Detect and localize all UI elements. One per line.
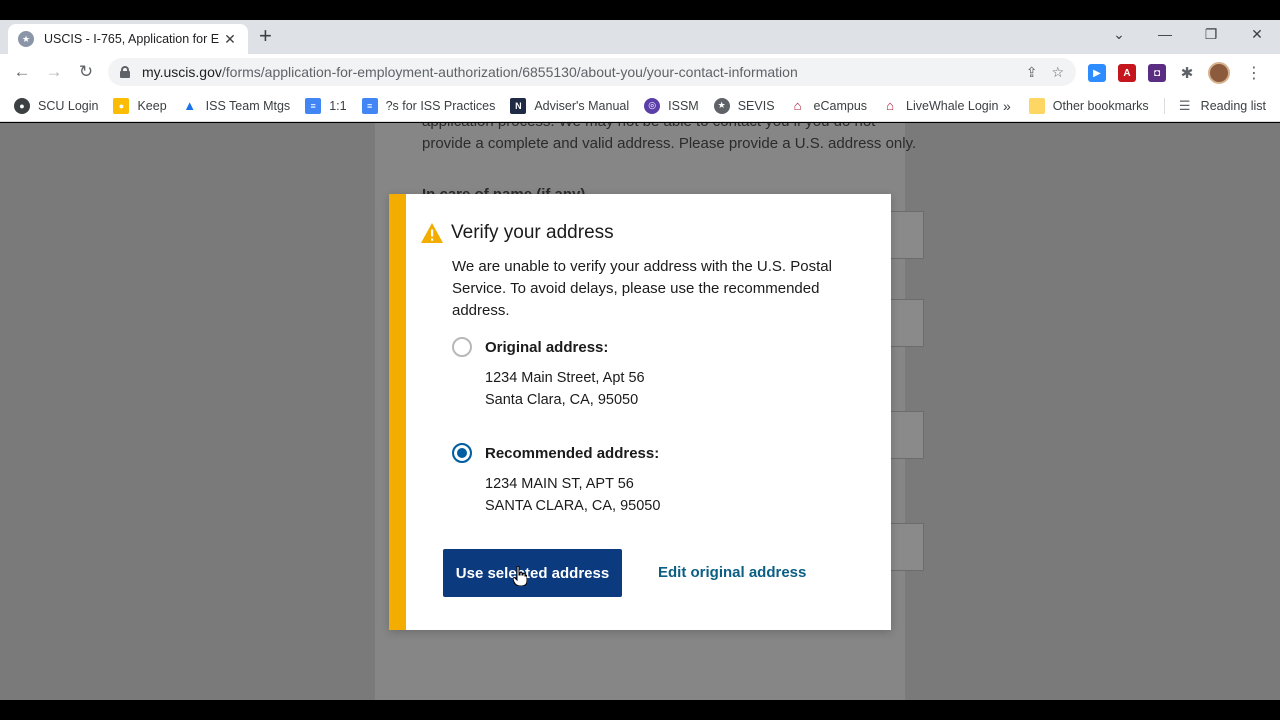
seal-icon: ★ [713, 97, 730, 114]
address-bar[interactable]: my.uscis.gov/forms/application-for-emplo… [108, 58, 1076, 86]
reading-list-button[interactable]: ☰ Reading list [1163, 98, 1266, 114]
lock-icon[interactable] [120, 66, 130, 78]
original-address-radio[interactable] [452, 337, 472, 357]
restore-button[interactable]: ❐ [1188, 20, 1234, 50]
uscis-favicon-icon: ★ [18, 31, 34, 47]
minimize-button[interactable]: — [1142, 20, 1188, 50]
bookmark-sevis[interactable]: ★ SEVIS [713, 97, 775, 114]
other-bookmarks-folder[interactable]: Other bookmarks [1028, 98, 1149, 114]
modal-message: We are unable to verify your address wit… [452, 258, 832, 319]
reading-list-icon: ☰ [1178, 98, 1191, 113]
modal-title: Verify your address [451, 222, 614, 243]
bookmarks-overflow-button[interactable]: » [1003, 98, 1011, 114]
close-tab-icon[interactable]: ✕ [222, 31, 238, 48]
puzzle-extensions-icon[interactable]: ✱ [1178, 64, 1196, 82]
purple-extension-icon[interactable]: ◘ [1148, 64, 1166, 82]
folder-icon [1028, 98, 1045, 114]
menu-kebab-icon[interactable]: ⋮ [1246, 63, 1262, 83]
bookmark-label: LiveWhale Login [906, 98, 999, 113]
scu-icon: ⌂ [886, 98, 894, 113]
bookmark-label: Adviser's Manual [534, 98, 630, 113]
bookmark-star-icon[interactable]: ☆ [1051, 64, 1064, 81]
tab-strip: ★ USCIS - I-765, Application for Em ✕ [0, 20, 1280, 54]
bookmarks-bar: ● SCU Login ● Keep ▲ ISS Team Mtgs ≡ 1:1 ≡ ?s… [0, 90, 1280, 122]
bookmark-1on1[interactable]: ≡ 1:1 [305, 97, 347, 114]
bookmark-label: Keep [137, 98, 167, 113]
tab-title: USCIS - I-765, Application for Em [44, 32, 219, 46]
browser-toolbar: ← → ↻ my.uscis.gov/forms/application-for… [0, 54, 1280, 90]
bookmark-livewhale-login[interactable]: ⌂ LiveWhale Login [882, 98, 998, 114]
share-icon[interactable]: ⇪ [1026, 64, 1038, 81]
globe-icon: ● [14, 97, 30, 114]
n-icon: N [510, 97, 527, 114]
recommended-address-label[interactable]: Recommended address: [485, 445, 659, 462]
other-bookmarks-label: Other bookmarks [1052, 99, 1149, 113]
background-intro-text: application process. We may not be able … [422, 123, 922, 155]
bookmark-label: eCampus [813, 98, 868, 113]
bookmark-issm[interactable]: ◎ ISSM [644, 97, 699, 114]
bookmark-iss-team-mtgs[interactable]: ▲ ISS Team Mtgs [182, 98, 291, 114]
original-address-line2: Santa Clara, CA, 95050 [485, 392, 639, 408]
zoom-extension-icon[interactable]: ▶ [1088, 64, 1106, 82]
bookmark-label: ISSM [668, 98, 699, 113]
hand-cursor-icon [513, 566, 527, 586]
close-window-button[interactable]: ✕ [1234, 20, 1280, 50]
browser-tab[interactable]: ★ USCIS - I-765, Application for Em ✕ [8, 24, 248, 54]
recommended-address-line1: 1234 MAIN ST, APT 56 [485, 476, 634, 492]
docs-icon: ≡ [305, 97, 322, 114]
issm-icon: ◎ [644, 97, 661, 114]
screen-border-bottom [0, 700, 1280, 720]
bookmark-ecampus[interactable]: ⌂ eCampus [790, 98, 868, 114]
recommended-address-line2: SANTA CLARA, CA, 95050 [485, 498, 661, 514]
extensions-area: ▶ A ◘ ✱ ⋮ [1088, 62, 1262, 84]
pdf-extension-icon[interactable]: A [1118, 64, 1136, 82]
forward-arrow-icon[interactable]: → [44, 62, 64, 82]
use-selected-address-button[interactable]: Use selected address [443, 549, 622, 597]
original-address-label[interactable]: Original address: [485, 339, 608, 356]
bookmark-label: SEVIS [737, 98, 775, 113]
recommended-address-radio[interactable] [452, 443, 472, 463]
scu-icon: ⌂ [793, 98, 802, 113]
tab-search-icon[interactable]: ⌄ [1096, 20, 1142, 50]
bookmark-label: 1:1 [329, 98, 347, 113]
bookmark-label: ISS Team Mtgs [205, 98, 291, 113]
bookmark-keep[interactable]: ● Keep [113, 97, 167, 114]
screen-border-top [0, 0, 1280, 20]
profile-avatar[interactable] [1208, 62, 1230, 84]
url-text: my.uscis.gov/forms/application-for-emplo… [142, 64, 798, 80]
bookmark-scu-login[interactable]: ● SCU Login [14, 97, 99, 114]
edit-original-address-link[interactable]: Edit original address [658, 564, 806, 581]
intro-line: provide a complete and valid address. Pl… [422, 135, 917, 152]
url-path: /forms/application-for-employment-author… [221, 64, 798, 80]
url-host: my.uscis.gov [142, 64, 222, 80]
new-tab-button[interactable]: + [259, 25, 272, 47]
warning-icon [421, 223, 443, 243]
bookmark-iss-practices[interactable]: ≡ ?s for ISS Practices [361, 97, 496, 114]
reading-list-label: Reading list [1200, 99, 1266, 113]
intro-line: application process. We may not be able … [422, 123, 922, 133]
verify-address-modal: Verify your address We are unable to ver… [389, 194, 891, 630]
reload-icon[interactable]: ↻ [76, 62, 96, 82]
bookmark-label: ?s for ISS Practices [385, 98, 496, 113]
original-address-line1: 1234 Main Street, Apt 56 [485, 370, 645, 386]
bookmark-label: SCU Login [38, 98, 99, 113]
back-arrow-icon[interactable]: ← [12, 62, 32, 82]
keep-icon: ● [113, 97, 130, 114]
docs-icon: ≡ [361, 97, 378, 114]
bookmark-advisers-manual[interactable]: N Adviser's Manual [510, 97, 630, 114]
drive-icon: ▲ [183, 98, 197, 113]
window-controls: ⌄ — ❐ ✕ [1096, 20, 1280, 50]
